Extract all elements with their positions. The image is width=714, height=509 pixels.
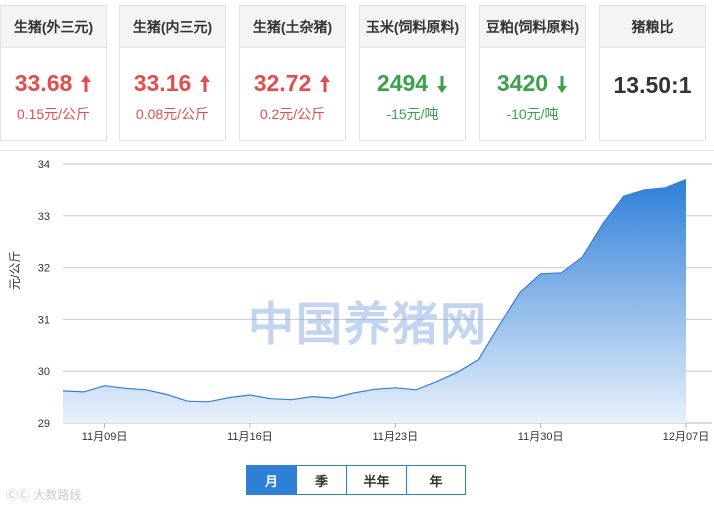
arrow-up-icon — [199, 73, 211, 93]
card-title: 玉米(饲料原料) — [360, 6, 465, 48]
x-tick-label: 12月07日 — [663, 431, 709, 443]
card-value: 33.68 — [1, 68, 106, 98]
card-title: 豆粕(饲料原料) — [480, 6, 585, 48]
x-tick-label: 11月09日 — [82, 431, 128, 443]
arrow-down-icon — [436, 73, 448, 93]
y-tick-label: 31 — [38, 314, 50, 326]
watermark: 中国养猪网 — [248, 298, 488, 350]
card-value-text: 32.72 — [253, 69, 312, 96]
y-tick-label: 32 — [38, 263, 50, 275]
card-change: -15元/吨 — [386, 106, 439, 122]
card-value-text: 33.16 — [133, 69, 192, 96]
x-tick-label: 11月23日 — [372, 431, 418, 443]
tab-quarter[interactable]: 季 — [297, 466, 347, 494]
y-tick-label: 34 — [38, 159, 50, 171]
card-title: 生猪(土杂猪) — [240, 6, 345, 48]
card-change: 0.08元/公斤 — [135, 106, 210, 122]
card-value: 13.50:1 — [613, 71, 692, 98]
card-value-text: 33.68 — [14, 69, 73, 96]
x-tick-label: 11月16日 — [227, 431, 273, 443]
card-value: 33.16 — [120, 68, 225, 98]
price-cards: 生猪(外三元) 33.68 0.15元/公斤 生猪(内三元) 33.16 0.0… — [0, 5, 714, 145]
card-value: 2494 — [360, 68, 465, 98]
y-tick-label: 33 — [38, 211, 50, 223]
card-value: 3420 — [480, 68, 585, 98]
tab-half-year[interactable]: 半年 — [347, 466, 407, 494]
range-tabs: 月 季 半年 年 — [246, 465, 466, 495]
card-title: 生猪(外三元) — [1, 6, 106, 48]
card-title: 生猪(内三元) — [120, 6, 225, 48]
card-change: 0.15元/公斤 — [16, 106, 91, 122]
price-card-pig-grain-ratio[interactable]: 猪粮比 13.50:1 — [599, 5, 706, 141]
price-card-pig-inner[interactable]: 生猪(内三元) 33.16 0.08元/公斤 — [119, 5, 226, 141]
card-title: 猪粮比 — [600, 6, 705, 48]
card-value: 32.72 — [240, 68, 345, 98]
corner-logo: ⒸⒸ 大数路线 — [6, 488, 82, 502]
card-value-text: 3420 — [496, 69, 549, 96]
price-card-corn[interactable]: 玉米(饲料原料) 2494 -15元/吨 — [359, 5, 466, 141]
tab-year[interactable]: 年 — [407, 466, 465, 494]
card-change: 0.2元/公斤 — [259, 106, 326, 122]
x-tick-label: 11月30日 — [518, 431, 564, 443]
arrow-down-icon — [556, 73, 568, 93]
y-tick-label: 30 — [38, 366, 50, 378]
y-tick-label: 29 — [38, 418, 50, 430]
card-change: -10元/吨 — [506, 106, 559, 122]
tab-month[interactable]: 月 — [247, 466, 297, 494]
arrow-up-icon — [80, 73, 92, 93]
price-card-soymeal[interactable]: 豆粕(饲料原料) 3420 -10元/吨 — [479, 5, 586, 141]
price-card-pig-local[interactable]: 生猪(土杂猪) 32.72 0.2元/公斤 — [239, 5, 346, 141]
price-card-pig-outer[interactable]: 生猪(外三元) 33.68 0.15元/公斤 — [0, 5, 107, 141]
arrow-up-icon — [319, 73, 331, 93]
y-axis-label: 元/公斤 — [8, 250, 22, 290]
card-value-text: 2494 — [376, 69, 429, 96]
